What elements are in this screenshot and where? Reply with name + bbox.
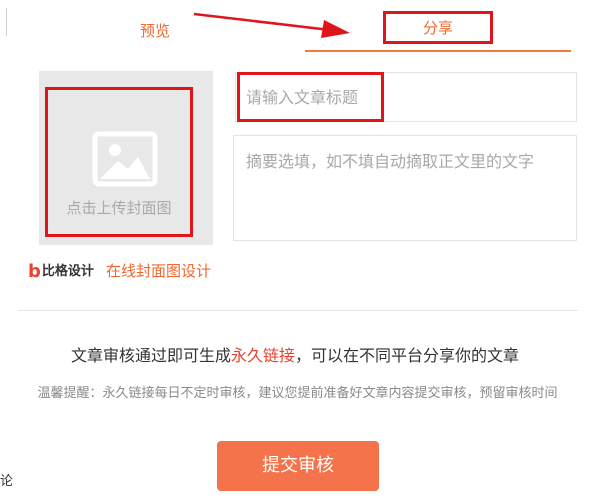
share-dialog: 论 预览 分享 点击上传封面图 b 比格设计 在线封面图设计 文章审核通过即可生… [0,0,590,500]
title-input[interactable] [246,73,566,121]
tab-share[interactable]: 分享 [383,11,493,44]
review-tip: 温馨提醒：永久链接每日不定时审核，建议您提前准备好文章内容提交审核，预留审核时间 [37,386,558,401]
summary-field [233,135,577,241]
notice-text-before: 文章审核通过即可生成 [70,346,231,365]
logo-b-mark: b [28,261,41,282]
bigesheji-logo[interactable]: b 比格设计 [28,262,94,282]
annotation-arrow [193,12,350,38]
tab-preview[interactable]: 预览 [140,20,178,42]
review-notice: 文章审核通过即可生成永久链接，可以在不同平台分享你的文章 [0,344,590,368]
summary-input[interactable] [246,148,564,236]
submit-review-button[interactable]: 提交审核 [217,441,379,491]
permanent-link-text: 永久链接 [230,346,295,365]
title-field [235,72,577,122]
online-cover-design-link[interactable]: 在线封面图设计 [106,260,211,282]
notice-text-after: ，可以在不同平台分享你的文章 [295,346,520,365]
divider [18,310,578,311]
logo-text: 比格设计 [41,264,94,279]
edge-fragment-text: 论 [0,474,14,489]
cover-highlight-box [45,87,193,237]
active-tab-underline [305,50,571,52]
left-edge-border [0,8,7,36]
